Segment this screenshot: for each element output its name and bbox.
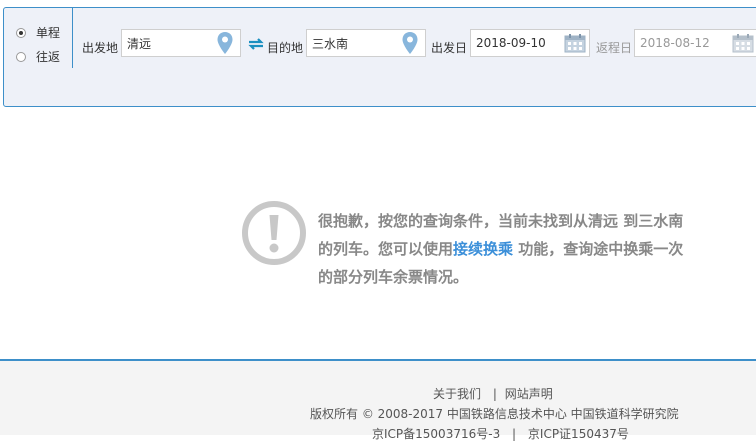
notice-line-2-prefix: 的列车。您可以使用 — [318, 240, 454, 258]
from-label: 出发地 — [82, 41, 119, 55]
no-result-notice: 很抱歉，按您的查询条件，当前未找到从清远 到三水南 的列车。您可以使用接续换乘 … — [318, 207, 738, 291]
to-label: 目的地 — [267, 41, 304, 55]
notice-line-2: 的列车。您可以使用接续换乘 功能，查询途中换乘一次 — [318, 235, 738, 263]
calendar-icon[interactable] — [732, 33, 754, 53]
icp-record: 京ICP备15003716号-3 — [372, 427, 501, 441]
footer-links: 关于我们 | 网站声明 — [433, 385, 553, 402]
depart-date-input[interactable]: 2018-09-10 — [470, 29, 590, 57]
transfer-link[interactable]: 接续换乘 — [453, 240, 513, 258]
footer: 关于我们 | 网站声明 版权所有 © 2008-2017 中国铁路信息技术中心 … — [0, 361, 756, 441]
radio-oneway[interactable] — [16, 27, 26, 38]
about-us-link[interactable]: 关于我们 — [433, 387, 481, 401]
site-statement-link[interactable]: 网站声明 — [505, 387, 553, 401]
icp-license: 京ICP证150437号 — [527, 427, 629, 441]
trip-type-roundtrip[interactable]: 往返 — [16, 48, 60, 65]
icp-separator: | — [512, 427, 517, 441]
radio-roundtrip[interactable] — [16, 51, 26, 62]
to-station-input[interactable]: 三水南 — [306, 29, 426, 57]
trip-type-oneway[interactable]: 单程 — [16, 24, 60, 41]
return-date-value: 2018-08-12 — [640, 36, 710, 50]
return-date-input[interactable]: 2018-08-12 — [634, 29, 756, 57]
notice-line-2-suffix: 功能，查询途中换乘一次 — [513, 240, 684, 258]
trip-type-group: 单程 往返 — [4, 8, 73, 68]
footer-copyright: 版权所有 © 2008-2017 中国铁路信息技术中心 中国铁道科学研究院 — [310, 407, 679, 421]
trip-type-roundtrip-label: 往返 — [36, 50, 61, 64]
search-bar: 单程 往返 出发地 清远 目的地 三水南 出发日 2018-09-10 返程日 … — [3, 7, 756, 107]
notice-line-1: 很抱歉，按您的查询条件，当前未找到从清远 到三水南 — [318, 212, 684, 230]
swap-arrows-icon[interactable] — [247, 37, 265, 51]
calendar-icon[interactable] — [564, 33, 586, 53]
return-date-label: 返程日 — [596, 41, 633, 55]
trip-type-oneway-label: 单程 — [36, 26, 61, 40]
from-station-value: 清远 — [127, 36, 152, 51]
to-station-value: 三水南 — [312, 36, 349, 51]
depart-date-value: 2018-09-10 — [476, 36, 546, 50]
depart-date-label: 出发日 — [431, 41, 468, 55]
exclamation-circle-icon — [242, 201, 306, 265]
map-pin-icon[interactable] — [216, 31, 234, 55]
from-station-input[interactable]: 清远 — [121, 29, 241, 57]
map-pin-icon[interactable] — [401, 31, 419, 55]
notice-line-3: 的部分列车余票情况。 — [318, 268, 469, 286]
footer-icp: 京ICP备15003716号-3 | 京ICP证150437号 — [372, 425, 629, 442]
footer-separator: | — [492, 387, 497, 401]
